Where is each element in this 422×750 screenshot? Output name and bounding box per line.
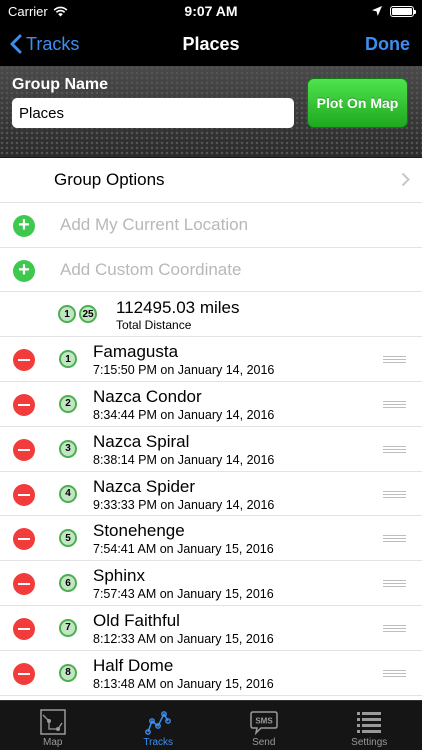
remove-icon[interactable] [13, 349, 35, 372]
place-index-badge: 1 [59, 350, 77, 369]
battery-icon [390, 5, 416, 17]
place-name: Nazca Condor [93, 386, 202, 406]
map-icon [40, 709, 66, 735]
add-custom-coordinate-label: Add Custom Coordinate [60, 259, 242, 279]
status-time: 9:07 AM [184, 3, 238, 19]
place-timestamp: 8:13:48 AM on January 15, 2016 [93, 676, 274, 691]
remove-icon[interactable] [13, 438, 35, 461]
page-title: Places [182, 33, 240, 54]
battery-fill [392, 7, 412, 15]
add-custom-coordinate-row[interactable]: + Add Custom Coordinate [0, 248, 422, 293]
place-name: Sphinx [93, 566, 145, 586]
reorder-handle-icon[interactable] [383, 535, 406, 544]
place-index-badge: 3 [59, 439, 77, 458]
done-button[interactable]: Done [365, 22, 410, 66]
remove-icon[interactable] [13, 617, 35, 640]
place-row[interactable]: 8 Half Dome 8:13:48 AM on January 15, 2016 [0, 651, 422, 696]
back-button[interactable]: Tracks [10, 22, 79, 66]
place-timestamp: 8:38:14 PM on January 14, 2016 [93, 452, 275, 467]
group-header: Group Name Plot On Map [0, 66, 422, 158]
place-row[interactable]: 5 Stonehenge 7:54:41 AM on January 15, 201… [0, 516, 422, 562]
place-index-badge: 7 [59, 618, 77, 637]
group-name-input[interactable] [12, 98, 294, 128]
reorder-handle-icon[interactable] [383, 490, 406, 500]
place-timestamp: 7:54:41 AM on January 15, 2016 [93, 542, 274, 557]
place-index-badge: 4 [59, 484, 77, 503]
place-row[interactable]: 7 Old Faithful 8:12:33 AM on January 15, 2… [0, 606, 422, 651]
place-name: Half Dome [93, 655, 174, 675]
svg-text:SMS: SMS [255, 717, 273, 726]
add-current-location-row[interactable]: + Add My Current Location [0, 203, 422, 248]
place-row[interactable]: 4 Nazca Spider 9:33:33 PM on January 14, 2… [0, 472, 422, 517]
sms-icon: SMS [250, 711, 278, 735]
tab-bar: Map Tracks SMS Send Settings [0, 700, 422, 750]
add-icon[interactable]: + [13, 259, 35, 282]
place-name: Nazca Spider [93, 476, 196, 496]
place-index-badge: 2 [59, 394, 77, 413]
status-bar: Carrier 9:07 AM [0, 0, 422, 22]
remove-icon[interactable] [13, 483, 35, 506]
tab-tracks-label: Tracks [143, 737, 174, 748]
place-name: Old Faithful [93, 610, 180, 630]
reorder-handle-icon[interactable] [383, 580, 406, 589]
remove-icon[interactable] [13, 662, 35, 685]
place-timestamp: 8:34:44 PM on January 14, 2016 [93, 407, 275, 422]
total-distance-value: 112495.03 miles [116, 298, 240, 318]
place-name: Stonehenge [93, 521, 185, 541]
start-point-badge: 1 [58, 305, 76, 324]
navigation-bar: Tracks Places Done [0, 22, 422, 66]
total-distance-row: 1 25 112495.03 miles Total Distance [0, 292, 422, 338]
tab-send[interactable]: SMS Send [211, 701, 317, 750]
total-distance-caption: Total Distance [116, 318, 192, 333]
plot-on-map-button[interactable]: Plot On Map [307, 78, 408, 128]
place-row[interactable]: 6 Sphinx 7:57:43 AM on January 15, 2016 [0, 561, 422, 606]
chevron-left-icon [10, 34, 22, 54]
tab-map-label: Map [43, 737, 63, 748]
place-timestamp: 8:12:33 AM on January 15, 2016 [93, 631, 274, 646]
place-timestamp: 7:15:50 PM on January 14, 2016 [93, 363, 275, 378]
tab-settings-label: Settings [351, 737, 388, 748]
tab-send-label: Send [252, 737, 276, 748]
place-timestamp: 9:33:33 PM on January 14, 2016 [93, 497, 275, 512]
reorder-handle-icon[interactable] [383, 669, 406, 679]
end-point-badge: 25 [79, 305, 97, 324]
tab-map[interactable]: Map [0, 701, 106, 750]
add-current-location-label: Add My Current Location [60, 214, 249, 234]
place-index-badge: 6 [59, 574, 77, 593]
tab-settings[interactable]: Settings [317, 701, 422, 750]
place-name: Nazca Spiral [93, 431, 190, 451]
reorder-handle-icon[interactable] [383, 624, 406, 634]
group-options-row[interactable]: Group Options [0, 158, 422, 203]
place-index-badge: 8 [59, 663, 77, 682]
remove-icon[interactable] [13, 528, 35, 551]
place-row[interactable]: 1 Famagusta 7:15:50 PM on January 14, 2016 [0, 337, 422, 382]
remove-icon[interactable] [13, 393, 35, 416]
reorder-handle-icon[interactable] [383, 400, 406, 410]
add-icon[interactable]: + [13, 214, 35, 237]
back-button-label: Tracks [26, 33, 80, 54]
place-index-badge: 5 [59, 529, 77, 548]
reorder-handle-icon[interactable] [383, 445, 406, 455]
reorder-handle-icon[interactable] [383, 356, 406, 365]
group-name-label: Group Name [12, 76, 109, 93]
place-name: Famagusta [93, 342, 179, 362]
group-options-label: Group Options [54, 169, 165, 189]
place-row[interactable]: 3 Nazca Spiral 8:38:14 PM on January 14, 2… [0, 427, 422, 472]
place-row[interactable]: 2 Nazca Condor 8:34:44 PM on January 14, 2… [0, 382, 422, 427]
place-timestamp: 7:57:43 AM on January 15, 2016 [93, 587, 274, 602]
remove-icon[interactable] [13, 573, 35, 596]
settings-list-icon [357, 712, 382, 733]
chevron-right-icon [401, 172, 410, 192]
place-rows: 1 Famagusta 7:15:50 PM on January 14, 2016… [0, 337, 422, 696]
distance-badges: 1 25 [58, 305, 97, 324]
tab-tracks[interactable]: Tracks [106, 701, 212, 750]
tracks-icon [145, 711, 172, 735]
places-list: Group Options + Add My Current Location … [0, 158, 422, 700]
